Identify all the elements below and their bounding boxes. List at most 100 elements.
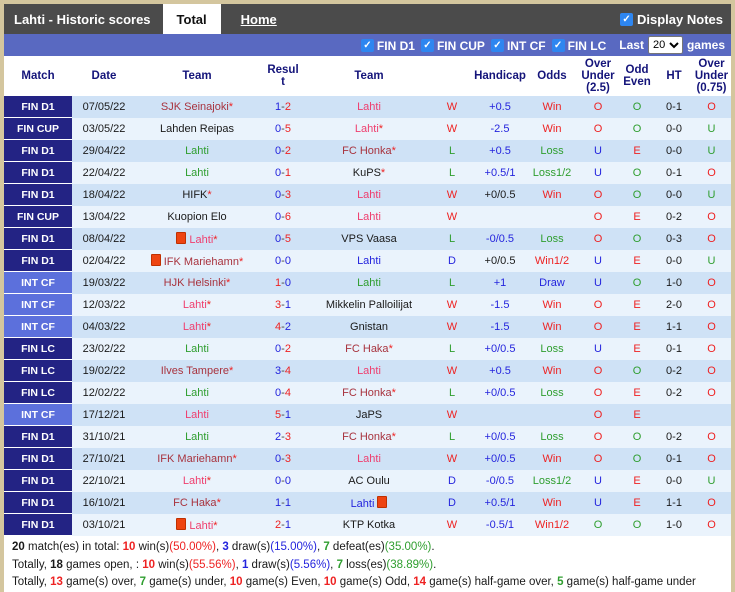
result-letter: D [430,250,474,272]
away-score: 5 [284,122,291,135]
odds-result: Loss [526,228,578,250]
odds-result: Loss1/2 [526,162,578,184]
odds-result: Draw [526,272,578,294]
red-card-icon [377,495,388,508]
league-badge: FIN CUP [4,117,72,140]
odd-even-value: O [632,518,642,531]
away-score: 4 [284,386,291,399]
team-name: JaPS [355,408,383,421]
team-name: HIFK [182,188,208,201]
handicap [474,404,526,426]
league-badge: FIN LC [4,337,72,360]
away-score: 6 [284,210,291,223]
league-badge: INT CF [4,293,72,316]
odds-result-value: Win [542,320,562,333]
over-under-0-75-value: O [707,320,716,333]
summary-segment: win(s) [135,541,170,553]
result-letter-value: W [446,210,458,223]
table-row: FIN D1 02/04/22 IFK Mariehamn* 0-0 Lahti D +0/… [4,249,731,272]
away-score: 1 [284,518,291,531]
league-badge: FIN LC [4,359,72,382]
over-under-0-75-value: O [707,452,716,465]
odd-even-value: O [632,364,642,377]
summary-segment: (5.56%) [289,558,331,571]
tab-home[interactable]: Home [227,4,291,34]
match-date: 19/03/22 [82,276,126,289]
display-notes-label: Display Notes [637,11,723,27]
league-badge: INT CF [4,271,72,294]
halftime-score: 0-0 [666,122,682,135]
over-under-0-75: U [692,118,731,140]
checkbox-checked-icon[interactable]: ✓ [551,39,565,53]
result-letter: L [430,272,474,294]
home-team: HJK Helsinki* [136,272,258,294]
odd-even-value: O [632,452,642,465]
handicap-value: +0.5/1 [484,166,516,179]
odd-even: E [618,316,656,338]
result-letter-value: D [448,496,456,509]
score: 0-1 [258,162,308,184]
league-badge: FIN LC [4,381,72,404]
handicap: +0.5/1 [474,492,526,514]
over-under-0-75: O [692,206,731,228]
checkbox-checked-icon[interactable]: ✓ [420,39,434,53]
odd-even: O [618,184,656,206]
handicap: +0/0.5 [474,426,526,448]
halftime-score: 0-2 [666,210,682,223]
summary-segment: 10 [142,558,156,571]
handicap-value: +1 [493,276,507,289]
odd-even: O [618,360,656,382]
table-row: FIN D1 22/04/22 Lahti 0-1 KuPS* L +0.5/1 Loss1/… [4,161,731,184]
col-header-result: Result [258,56,308,96]
checkbox-checked-icon[interactable]: ✓ [490,39,504,53]
over-under-0-75: O [692,492,731,514]
odd-even-value: E [633,254,641,267]
halftime-score: 0-1 [666,452,682,465]
odds-result-value: Loss1/2 [532,474,572,487]
odds-result-value: Loss [540,342,564,355]
away-team: VPS Vaasa [308,228,430,250]
over-under-2-5-value: O [593,430,603,443]
team-name: Lahti [357,210,381,223]
team-name: KTP Kotka [342,518,396,531]
away-team: Lahti [308,448,430,470]
odd-even-value: E [633,342,641,355]
team-name: IFK Mariehamn [157,452,233,465]
home-team: Ilves Tampere* [136,360,258,382]
table-row: INT CF 19/03/22 HJK Helsinki* 1-0 Lahti L +1 Dr… [4,271,731,294]
summary-segment: game(s) Odd, [336,576,414,588]
score: 1-0 [258,272,308,294]
score: 3-1 [258,294,308,316]
odd-even: E [618,250,656,272]
team-asterisk: * [238,255,244,268]
over-under-2-5: O [578,448,618,470]
odd-even-value: O [632,430,642,443]
checkbox-checked-icon[interactable]: ✓ [360,39,374,53]
result-letter: W [430,184,474,206]
home-team: Lahti [136,338,258,360]
last-games-select[interactable]: 20 [647,36,683,54]
over-under-0-75: O [692,360,731,382]
team-asterisk: * [207,188,212,201]
handicap-value: +0/0.5 [484,254,516,267]
odds-result-value: Win [542,188,562,201]
handicap: +0/0.5 [474,338,526,360]
display-notes-checkbox[interactable]: ✓ [620,12,634,26]
away-score: 2 [284,144,291,157]
team-name: Lahti [357,276,381,289]
odds-result-value: Win [542,452,562,465]
over-under-2-5: O [578,206,618,228]
summary-segment: game(s) over, [62,576,140,588]
odds-result: Win [526,448,578,470]
handicap: +0.5/1 [474,162,526,184]
score: 0-6 [258,206,308,228]
tab-total[interactable]: Total [162,4,221,34]
over-under-2-5-value: U [594,276,602,289]
halftime-score: 1-1 [666,496,682,509]
team-name: VPS Vaasa [341,232,397,245]
over-under-0-75: O [692,382,731,404]
handicap-value: +0.5 [489,100,511,113]
odds-result: Win [526,492,578,514]
result-letter-value: L [448,386,456,399]
score: 0-0 [258,250,308,272]
